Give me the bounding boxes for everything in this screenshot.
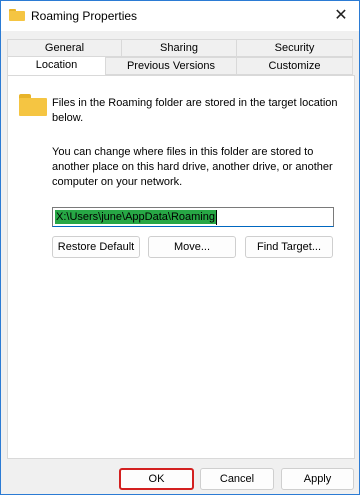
apply-button[interactable]: Apply	[281, 468, 354, 490]
properties-window: Roaming Properties ✕ General Sharing Sec…	[0, 0, 360, 495]
location-instructions: You can change where files in this folde…	[52, 146, 333, 188]
close-icon[interactable]: ✕	[329, 5, 353, 27]
target-path-input[interactable]: X:\Users\june\AppData\Roaming	[52, 207, 334, 227]
tab-customize[interactable]: Customize	[236, 57, 353, 75]
tab-sharing[interactable]: Sharing	[121, 39, 237, 57]
move-button[interactable]: Move...	[148, 236, 236, 258]
restore-default-button[interactable]: Restore Default	[52, 236, 140, 258]
title-bar[interactable]: Roaming Properties ✕	[1, 1, 359, 31]
folder-icon	[9, 9, 25, 21]
target-path-value: X:\Users\june\AppData\Roaming	[55, 210, 216, 224]
tab-previous-versions[interactable]: Previous Versions	[105, 57, 237, 75]
ok-button[interactable]: OK	[119, 468, 194, 490]
tab-strip: General Sharing Security Previous Versio…	[7, 39, 355, 75]
folder-icon	[19, 94, 47, 116]
window-title: Roaming Properties	[31, 9, 138, 23]
cancel-button[interactable]: Cancel	[200, 468, 274, 490]
tab-location[interactable]: Location	[7, 56, 106, 75]
find-target-button[interactable]: Find Target...	[245, 236, 333, 258]
location-panel: Files in the Roaming folder are stored i…	[7, 75, 355, 459]
tab-general[interactable]: General	[7, 39, 122, 57]
location-description: Files in the Roaming folder are stored i…	[52, 97, 338, 124]
text-caret	[216, 210, 217, 225]
tab-security[interactable]: Security	[236, 39, 353, 57]
